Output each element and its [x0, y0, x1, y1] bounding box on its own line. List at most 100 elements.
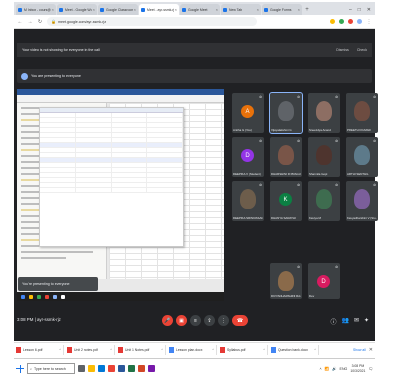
participant-tile[interactable]: ⊘ DHARSHINI R PRAGU: [270, 137, 302, 177]
taskbar-search-input[interactable]: ⌕ Type here to search: [27, 363, 75, 374]
browser-tab[interactable]: Meet - ayr-ssmk-rjz ×: [139, 4, 179, 15]
participant-tile[interactable]: ⊘ Sharmila Gopi: [308, 137, 340, 177]
participant-tile[interactable]: ⊘ DEEPIKA SRINIVASAN: [232, 181, 264, 221]
info-icon[interactable]: ⓘ: [330, 317, 336, 326]
presenting-chip: You are presenting to everyone: [17, 69, 372, 83]
taskbar-clock[interactable]: 3:08 PM 10/3/2021: [350, 364, 365, 373]
show-all-downloads-link[interactable]: Show all: [353, 348, 366, 352]
close-window-icon[interactable]: ✕: [367, 7, 371, 13]
tab-close-icon[interactable]: ×: [93, 7, 95, 12]
more-options-button[interactable]: ⋮: [218, 315, 229, 326]
extension-icon[interactable]: [339, 19, 344, 24]
tab-close-icon[interactable]: ×: [216, 7, 218, 12]
end-call-button[interactable]: ☎: [232, 315, 248, 326]
banner-dismiss-button[interactable]: Dismiss: [336, 48, 349, 52]
word-icon[interactable]: [118, 365, 125, 372]
participant-tile[interactable]: ⊘ Sreevidya Anand: [308, 93, 340, 133]
participant-tile[interactable]: ⊘ DIVYADHARSHINI RAJA: [270, 263, 302, 299]
close-shelf-icon[interactable]: ✕: [369, 347, 373, 353]
participant-photo: [316, 189, 332, 209]
forward-icon[interactable]: →: [27, 19, 33, 25]
tab-close-icon[interactable]: ×: [257, 7, 259, 12]
browser-tab[interactable]: New Tab ×: [221, 4, 261, 15]
minimize-icon[interactable]: –: [349, 7, 352, 13]
download-filename: Syllabus.pdf: [227, 348, 246, 352]
activities-icon[interactable]: ✦: [364, 317, 369, 326]
participant-photo: [316, 145, 332, 165]
download-item[interactable]: Unit 2 notes.pdf ^: [67, 345, 115, 355]
participant-tile[interactable]: D ⊘ Dev: [308, 263, 340, 299]
mic-off-button[interactable]: 🎤: [162, 315, 173, 326]
notice-banner: Your video is not showing for everyone i…: [17, 43, 372, 57]
browser-tab[interactable]: M Inbox - cours@...×: [16, 4, 56, 15]
address-bar[interactable]: 🔒 meet.google.com/ayr-ssmk-rjz: [47, 17, 257, 26]
participant-photo: [354, 189, 370, 209]
edge-icon[interactable]: [98, 365, 105, 372]
download-item[interactable]: Lesson 6.pdf ^: [16, 345, 64, 355]
participant-tile[interactable]: D ⊘ DEEPIKA V (Student): [232, 137, 264, 177]
chevron-up-icon[interactable]: ^: [314, 348, 316, 352]
participant-tile[interactable]: ⊘ Kaviya M: [308, 181, 340, 221]
browser-tab[interactable]: Meet - Google Workspa...×: [57, 4, 97, 15]
chevron-up-icon[interactable]: ^: [59, 348, 61, 352]
download-item[interactable]: Lesson plan.docx ^: [169, 345, 217, 355]
excel-icon[interactable]: [128, 365, 135, 372]
downloads-shelf: Lesson 6.pdf ^ Unit 2 notes.pdf ^ Unit 1 Not…: [14, 342, 375, 357]
participant-tile[interactable]: ⊘ PREETHI KUMAR: [346, 93, 378, 133]
task-view-icon[interactable]: [78, 365, 85, 372]
new-tab-button[interactable]: +: [303, 4, 311, 15]
tab-title: M Inbox - cours@...: [24, 7, 51, 12]
notifications-icon[interactable]: 🗨: [368, 367, 373, 371]
participant-tile[interactable]: ⊘ Kavyadharshini V (Stu...: [346, 181, 378, 221]
browser-tab[interactable]: Google Forms ×: [262, 4, 302, 15]
present-button[interactable]: ⇪: [204, 315, 215, 326]
file-icon: [169, 347, 174, 353]
windows-start-icon[interactable]: [16, 364, 24, 373]
extension-icon[interactable]: [348, 19, 353, 24]
download-item[interactable]: Unit 1 Notes.pdf ^: [118, 345, 166, 355]
browser-tab[interactable]: Google Classroom ×: [98, 4, 138, 15]
participant-tile[interactable]: K ⊘ DHANYA SARATHI: [270, 181, 302, 221]
chevron-up-icon[interactable]: ^: [212, 348, 214, 352]
call-controls-bar: 3:08 PM | ayr-ssmk-rjz 🎤 ▣ ≡ ⇪ ⋮ ☎ ⓘ 👥 ✉…: [14, 303, 375, 341]
participant-tile[interactable]: ⊘ Vijayalakshmi G: [269, 92, 303, 134]
powerpoint-icon[interactable]: [138, 365, 145, 372]
mic-muted-icon: ⊘: [297, 183, 300, 187]
chevron-up-icon[interactable]: ^: [263, 348, 265, 352]
file-explorer-icon[interactable]: [88, 365, 95, 372]
people-icon[interactable]: 👥: [341, 317, 348, 326]
camera-off-button[interactable]: ▣: [176, 315, 187, 326]
mic-muted-icon: ⊘: [335, 139, 338, 143]
language-indicator[interactable]: ENG: [340, 367, 348, 371]
tab-close-icon[interactable]: ×: [134, 7, 136, 12]
banner-check-button[interactable]: Check: [357, 48, 367, 52]
participant-tile[interactable]: A ⊘ Anitha G (You): [232, 93, 264, 133]
volume-icon[interactable]: 🔊: [332, 367, 336, 371]
tab-favicon-icon: [223, 7, 227, 12]
network-icon[interactable]: 📶: [325, 367, 329, 371]
download-filename: Lesson plan.docx: [176, 348, 203, 352]
tab-strip: M Inbox - cours@...×Meet - Google Worksp…: [14, 2, 375, 15]
back-icon[interactable]: ←: [17, 19, 23, 25]
browser-tab[interactable]: Google Meet ×: [180, 4, 220, 15]
chat-icon[interactable]: ✉: [354, 317, 359, 326]
maximize-icon[interactable]: □: [358, 7, 361, 13]
kebab-menu-icon[interactable]: ⋮: [366, 19, 372, 25]
profile-avatar[interactable]: [357, 19, 362, 24]
captions-button[interactable]: ≡: [190, 315, 201, 326]
download-item[interactable]: Syllabus.pdf ^: [220, 345, 268, 355]
onenote-icon[interactable]: [148, 365, 155, 372]
meeting-code: ayr-ssmk-rjz: [36, 317, 61, 322]
tab-close-icon[interactable]: ×: [52, 7, 54, 12]
chevron-up-icon[interactable]: ˄: [319, 367, 321, 371]
tab-close-icon[interactable]: ×: [175, 7, 177, 12]
participant-tile[interactable]: ⊘ ARTHI SENTHIL: [346, 137, 378, 177]
chevron-up-icon[interactable]: ^: [161, 348, 163, 352]
reload-icon[interactable]: ↻: [37, 19, 43, 25]
participant-photo: [278, 145, 294, 165]
tab-close-icon[interactable]: ×: [298, 7, 300, 12]
chrome-icon[interactable]: [108, 365, 115, 372]
download-item[interactable]: Question bank.docx ^: [271, 345, 319, 355]
chevron-up-icon[interactable]: ^: [110, 348, 112, 352]
extension-icon[interactable]: [330, 19, 335, 24]
